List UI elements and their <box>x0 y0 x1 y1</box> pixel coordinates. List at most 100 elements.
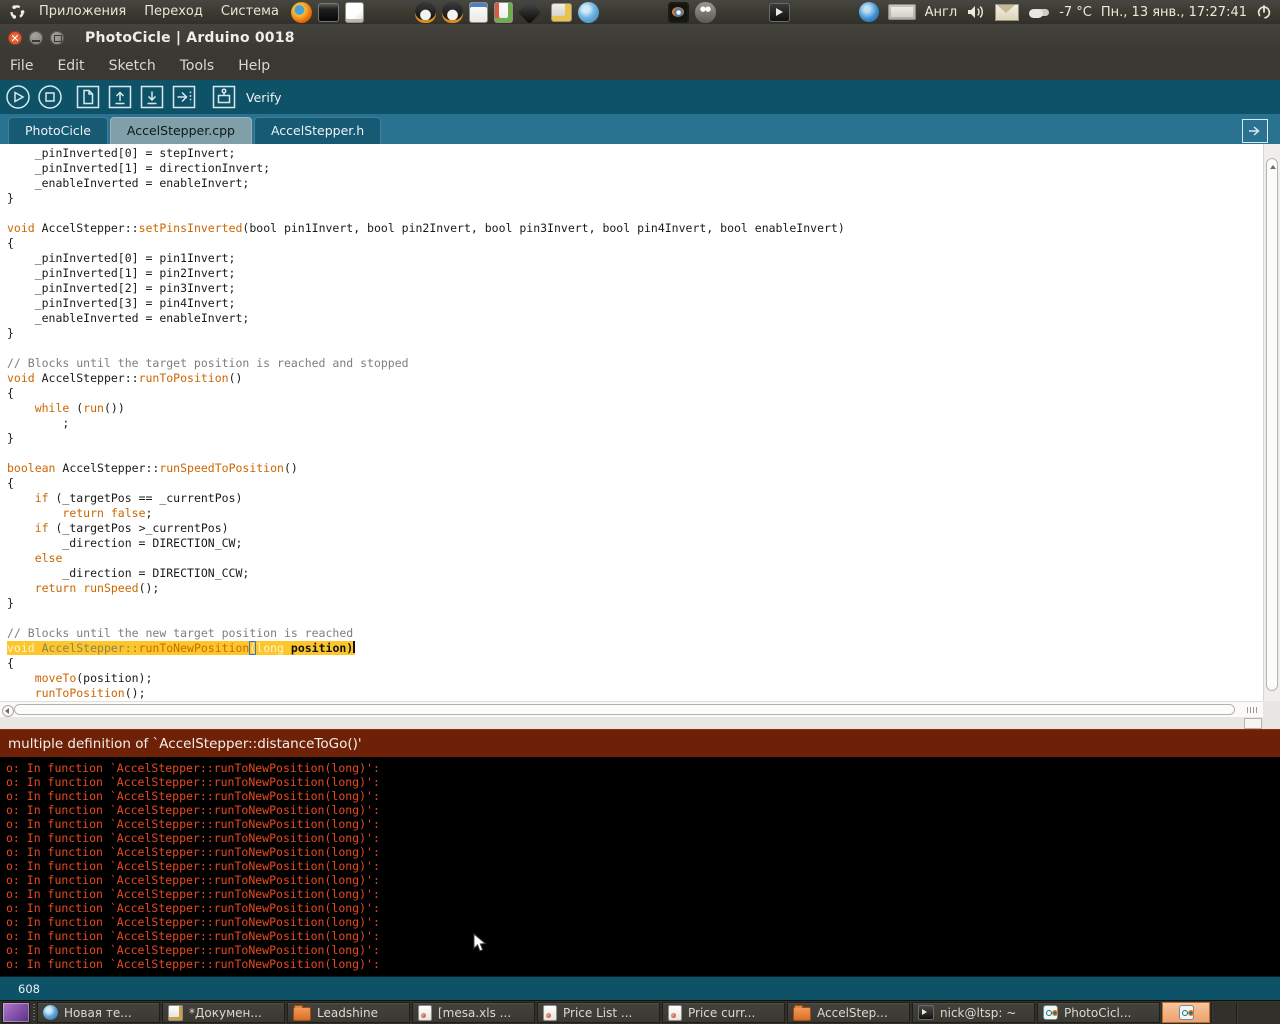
open-sketch-button[interactable] <box>106 83 134 111</box>
gimp-launcher-icon[interactable] <box>695 2 716 23</box>
task-item-label: [mesa.xls ... <box>438 1006 511 1020</box>
menu-sketch[interactable]: Sketch <box>109 58 156 74</box>
calc-launcher-icon[interactable] <box>494 2 513 23</box>
code-line: _pinInverted[1] = pin2Invert; <box>7 266 1263 281</box>
task-item-photocicl[interactable]: PhotoCicl... <box>1037 1002 1160 1023</box>
terminal-launcher-icon[interactable] <box>318 3 339 22</box>
task-item-mesa-xls[interactable]: [mesa.xls ... <box>412 1002 535 1023</box>
horizontal-scrollbar-thumb[interactable] <box>14 704 1235 715</box>
tab-photocicle[interactable]: PhotoCicle <box>8 117 108 144</box>
code-line: // Blocks until the target position is r… <box>7 356 1263 371</box>
places-menu[interactable]: Переход <box>135 0 212 24</box>
code-line: runToPosition(); <box>7 686 1263 701</box>
code-line: _direction = DIRECTION_CW; <box>7 536 1263 551</box>
code-line: void AccelStepper::setPinsInverted(bool … <box>7 221 1263 236</box>
task-item-price-curr[interactable]: Price curr... <box>662 1002 785 1023</box>
task-item-arduino-flashing[interactable] <box>1162 1002 1210 1023</box>
menu-tools[interactable]: Tools <box>180 58 215 74</box>
console-line: o: In function `AccelStepper::runToNewPo… <box>6 803 1280 817</box>
save-sketch-button[interactable] <box>138 83 166 111</box>
code-line: _direction = DIRECTION_CCW; <box>7 566 1263 581</box>
new-sketch-button[interactable] <box>74 83 102 111</box>
volume-icon[interactable] <box>966 4 986 20</box>
code-line: if (_targetPos >_currentPos) <box>7 521 1263 536</box>
verify-button[interactable] <box>4 83 32 111</box>
vertical-scrollbar-thumb[interactable] <box>1266 158 1278 691</box>
draw-launcher-icon[interactable] <box>551 3 572 22</box>
taskbar-empty-slot <box>1211 1002 1236 1023</box>
firefox-launcher-icon[interactable] <box>291 2 312 23</box>
clock-label[interactable]: Пн., 13 янв., 17:27:41 <box>1101 5 1247 20</box>
code-line <box>7 611 1263 626</box>
menu-help[interactable]: Help <box>238 58 270 74</box>
tab-accelstepper-h[interactable]: AccelStepper.h <box>254 117 381 144</box>
menu-file[interactable]: File <box>10 58 33 74</box>
code-line: { <box>7 236 1263 251</box>
file-manager-launcher-icon[interactable] <box>769 3 790 22</box>
line-number: 608 <box>18 982 40 996</box>
close-button[interactable] <box>8 31 22 45</box>
penguin-launcher-icon[interactable] <box>415 2 436 23</box>
text-editor-launcher-icon[interactable] <box>345 2 364 23</box>
task-item-label: Leadshine <box>317 1006 378 1020</box>
folder-icon <box>793 1007 811 1021</box>
applications-menu[interactable]: Приложения <box>30 0 135 24</box>
code-line: else <box>7 551 1263 566</box>
code-editor[interactable]: _pinInverted[0] = stepInvert; _pinInvert… <box>0 144 1263 701</box>
console-line: o: In function `AccelStepper::runToNewPo… <box>6 929 1280 943</box>
blender-launcher-icon[interactable] <box>668 2 689 23</box>
resize-grip[interactable] <box>1244 718 1262 729</box>
code-line: } <box>7 431 1263 446</box>
folder-icon <box>293 1007 311 1021</box>
code-line: } <box>7 191 1263 206</box>
arduino-icon <box>1179 1005 1194 1020</box>
maximize-button[interactable] <box>50 31 64 45</box>
task-item-докумен[interactable]: *Докумен... <box>162 1002 285 1023</box>
scroll-left-button[interactable] <box>2 705 14 717</box>
stop-button[interactable] <box>36 83 64 111</box>
inkscape-launcher-icon[interactable] <box>518 0 541 23</box>
writer-launcher-icon[interactable] <box>469 2 488 23</box>
serial-monitor-button[interactable] <box>210 83 238 111</box>
taskbar: Новая те...*Докумен... Leadshine [mesa.xls… <box>0 1000 1280 1024</box>
console-line: o: In function `AccelStepper::runToNewPo… <box>6 789 1280 803</box>
build-console[interactable]: o: In function `AccelStepper::runToNewPo… <box>0 757 1280 976</box>
chromium-launcher-icon[interactable] <box>578 2 599 23</box>
minimize-button[interactable] <box>29 31 43 45</box>
thunderbird-icon[interactable] <box>859 2 879 22</box>
code-line: } <box>7 326 1263 341</box>
system-menu[interactable]: Система <box>212 0 288 24</box>
panel-tray: Англ -7 °C Пн., 13 янв., 17:27:41 <box>859 0 1280 24</box>
toolbar: Verify <box>0 80 1280 114</box>
task-item-nick@ltsp-~[interactable]: nick@ltsp: ~ <box>912 1002 1035 1023</box>
arduino-icon <box>1043 1005 1058 1020</box>
weather-icon[interactable] <box>1028 5 1050 19</box>
task-item-label: AccelStep... <box>817 1006 888 1020</box>
tab-menu-button[interactable] <box>1242 119 1268 143</box>
task-item-leadshine[interactable]: Leadshine <box>287 1002 410 1023</box>
keyboard-layout-icon[interactable] <box>888 4 916 20</box>
ubuntu-logo-icon[interactable] <box>8 3 26 21</box>
browser-icon <box>43 1005 58 1020</box>
console-line: o: In function `AccelStepper::runToNewPo… <box>6 873 1280 887</box>
task-item-price-list[interactable]: Price List ... <box>537 1002 660 1023</box>
tab-accelstepper-cpp[interactable]: AccelStepper.cpp <box>110 117 252 144</box>
penguin-launcher-icon[interactable] <box>442 2 463 23</box>
mail-icon[interactable] <box>995 4 1019 21</box>
code-line: { <box>7 386 1263 401</box>
show-desktop-button[interactable] <box>2 1002 30 1023</box>
temperature-label[interactable]: -7 °C <box>1059 5 1092 20</box>
code-line: { <box>7 656 1263 671</box>
line-indicator-bar: 608 <box>0 976 1280 1000</box>
console-line: o: In function `AccelStepper::runToNewPo… <box>6 901 1280 915</box>
vertical-scrollbar[interactable] <box>1263 144 1280 701</box>
console-line: o: In function `AccelStepper::runToNewPo… <box>6 915 1280 929</box>
menubar: File Edit Sketch Tools Help <box>0 52 1280 80</box>
keyboard-layout-label[interactable]: Англ <box>925 5 958 20</box>
horizontal-scrollbar[interactable] <box>0 701 1263 717</box>
upload-button[interactable] <box>170 83 198 111</box>
task-item-новая-те[interactable]: Новая те... <box>37 1002 160 1023</box>
power-icon[interactable] <box>1256 4 1272 20</box>
menu-edit[interactable]: Edit <box>57 58 84 74</box>
task-item-accelstep[interactable]: AccelStep... <box>787 1002 910 1023</box>
